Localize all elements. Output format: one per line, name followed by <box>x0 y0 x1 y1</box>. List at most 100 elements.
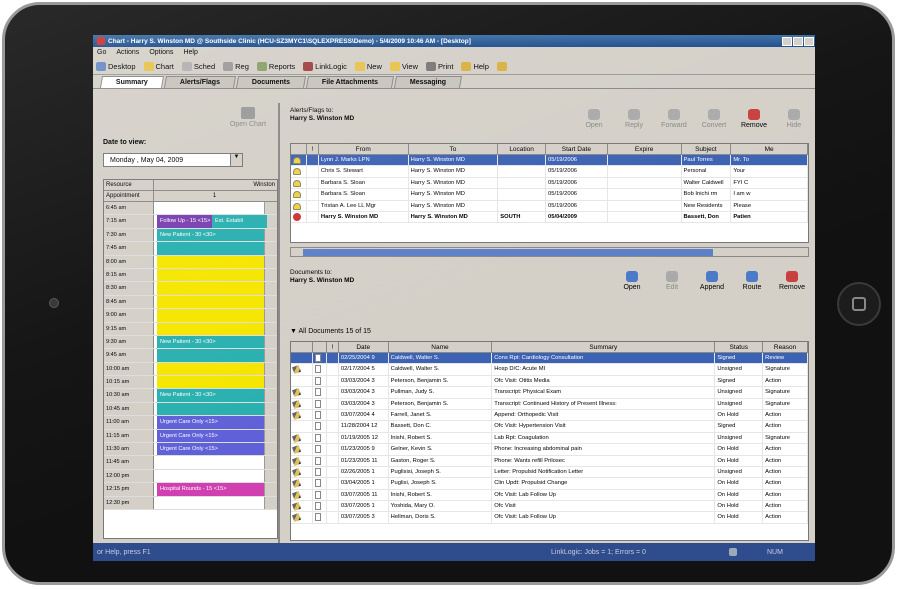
appointment-block[interactable] <box>157 295 264 309</box>
schedule-scrollbar[interactable] <box>264 469 277 483</box>
collapse-icon[interactable]: ▼ <box>290 328 299 335</box>
appointment-block[interactable] <box>157 282 264 295</box>
document-row[interactable]: 02/25/2004 9 Caldwell, Walter S. Cons Rpt:… <box>291 353 808 365</box>
column-header[interactable]: Start Date <box>546 144 608 154</box>
schedule-scrollbar[interactable] <box>264 496 277 509</box>
document-row[interactable]: 03/07/2004 4 Farrell, Janet S. Append: Ort… <box>291 409 808 422</box>
alerts-horizontal-scrollbar[interactable] <box>290 247 809 257</box>
document-row[interactable]: 11/28/2004 12 Bassett, Don C. Ofc Visit: H… <box>291 421 808 433</box>
remove-button[interactable]: Remove <box>734 109 774 129</box>
schedule-scrollbar[interactable] <box>264 429 277 443</box>
schedule-scrollbar[interactable] <box>264 228 277 242</box>
document-row[interactable]: 02/17/2004 5 Caldwell, Walter S. Hosp D/C:… <box>291 364 808 376</box>
appointment-block[interactable]: Urgent Care Only <15> <box>157 416 264 429</box>
column-header[interactable] <box>291 342 313 352</box>
menu-actions[interactable]: Actions <box>116 49 139 56</box>
schedule-scrollbar[interactable] <box>264 309 277 322</box>
appointment-block[interactable] <box>157 322 264 335</box>
toolbar-sched-button[interactable]: Sched <box>181 61 215 71</box>
tab-file-attachments[interactable]: File Attachments <box>306 76 395 88</box>
schedule-scrollbar[interactable] <box>264 376 277 389</box>
column-header[interactable] <box>313 342 327 352</box>
alert-row[interactable]: Chris S. Stewart Harry S. Winston MD 05/19… <box>291 166 808 178</box>
append-button[interactable]: Append <box>692 271 732 291</box>
appointment-slot[interactable] <box>154 349 264 362</box>
close-button[interactable] <box>804 36 814 46</box>
document-row[interactable]: 03/07/2005 3 Hellman, Doris S. Ofc Visit: … <box>291 512 808 524</box>
toolbar-new-button[interactable]: New <box>354 61 382 71</box>
schedule-scrollbar[interactable] <box>264 389 277 402</box>
appointment-slot[interactable]: Hospital Rounds - 15 <15> <box>154 483 264 496</box>
appointment-slot[interactable] <box>154 497 264 509</box>
appointment-block[interactable] <box>157 268 264 282</box>
column-header[interactable]: ! <box>307 144 319 154</box>
chevron-down-icon[interactable]: ▼ <box>230 154 242 166</box>
schedule-scrollbar[interactable] <box>264 255 277 268</box>
appointment-slot[interactable] <box>154 322 264 335</box>
column-header[interactable]: Name <box>389 342 493 352</box>
appointment-slot[interactable] <box>154 376 264 389</box>
appointment-block[interactable] <box>157 362 264 376</box>
appointment-block[interactable] <box>157 242 264 255</box>
toolbar-help-button[interactable]: Help <box>461 61 489 71</box>
document-row[interactable]: 03/07/2005 1 Yoshida, Mary O. Ofc Visit On … <box>291 501 808 513</box>
document-row[interactable]: 03/03/2004 3 Pullman, Judy S. Transcript: … <box>291 387 808 399</box>
appointment-slot[interactable] <box>154 282 264 295</box>
alert-row[interactable]: Lynn J. Marks LPN Harry S. Winston MD 05/1… <box>291 155 808 167</box>
appointment-block[interactable]: New Patient - 30 <30> <box>157 335 264 349</box>
forward-button[interactable]: Forward <box>654 109 694 129</box>
open-button[interactable]: Open <box>612 271 652 291</box>
appointment-block[interactable]: Follow Up - 15 <15> <box>157 215 212 228</box>
menu-options[interactable]: Options <box>149 49 173 56</box>
menu-go[interactable]: Go <box>97 49 106 56</box>
appointment-block[interactable]: New Patient - 30 <30> <box>157 389 264 402</box>
open-button[interactable]: Open <box>574 109 614 129</box>
tab-documents[interactable]: Documents <box>235 76 307 88</box>
appointment-slot[interactable] <box>154 268 264 282</box>
schedule-scrollbar[interactable] <box>264 402 277 416</box>
appointment-block[interactable] <box>157 309 264 322</box>
appointment-slot[interactable] <box>154 295 264 309</box>
toolbar-reg-button[interactable]: Reg <box>223 61 249 71</box>
column-header[interactable]: To <box>409 144 499 154</box>
toolbar-linklogic-button[interactable]: LinkLogic <box>303 61 347 71</box>
schedule-scrollbar[interactable] <box>264 349 277 362</box>
schedule-scrollbar[interactable] <box>264 282 277 295</box>
schedule-scrollbar[interactable] <box>264 335 277 349</box>
column-header[interactable]: Me <box>731 144 808 154</box>
appointment-slot[interactable] <box>154 456 264 468</box>
menu-help[interactable]: Help <box>183 49 197 56</box>
document-row[interactable]: 03/03/2004 3 Peterson, Benjamin S. Transcr… <box>291 398 808 410</box>
appointment-block[interactable]: Est. Establi <box>212 215 267 228</box>
appointment-slot[interactable]: Follow Up - 15 <15> Est. Establi <box>154 215 267 228</box>
schedule-scrollbar[interactable] <box>264 322 277 335</box>
open-chart-button[interactable]: Open Chart <box>218 107 278 128</box>
appointment-slot[interactable] <box>154 242 264 255</box>
appointment-slot[interactable]: Urgent Care Only <15> <box>154 416 264 429</box>
appointment-slot[interactable] <box>154 470 264 482</box>
appointment-slot[interactable] <box>154 202 264 214</box>
appointment-slot[interactable]: Urgent Care Only <15> <box>154 443 264 456</box>
tab-messaging[interactable]: Messaging <box>394 76 463 88</box>
appointment-slot[interactable] <box>154 362 264 376</box>
schedule-scrollbar[interactable] <box>264 456 277 469</box>
appointment-slot[interactable]: New Patient - 30 <30> <box>154 228 264 242</box>
toolbar-view-button[interactable]: View <box>389 61 418 71</box>
column-header[interactable]: Location <box>498 144 547 154</box>
appointment-slot[interactable] <box>154 309 264 322</box>
date-picker[interactable]: Monday , May 04, 2009 ▼ <box>103 153 243 167</box>
route-button[interactable]: Route <box>732 271 772 291</box>
alert-row[interactable]: Harry S. Winston MD Harry S. Winston MD SO… <box>291 211 808 224</box>
toolbar-print-button[interactable]: Print <box>426 61 453 71</box>
maximize-button[interactable] <box>793 36 803 46</box>
appointment-slot[interactable] <box>154 255 264 268</box>
hide-button[interactable]: Hide <box>774 109 814 129</box>
column-header[interactable] <box>291 144 307 154</box>
home-button[interactable] <box>837 282 881 326</box>
document-row[interactable]: 03/03/2004 3 Peterson, Benjamin S. Ofc Vis… <box>291 375 808 388</box>
document-row[interactable]: 02/26/2005 1 Puglisisi, Joseph S. Letter: … <box>291 466 808 479</box>
appointment-slot[interactable] <box>154 402 264 416</box>
edit-button[interactable]: Edit <box>652 271 692 291</box>
schedule-scrollbar[interactable] <box>264 483 277 496</box>
document-row[interactable]: 01/19/2005 12 Inishi, Robert S. Lab Rpt: C… <box>291 432 808 445</box>
